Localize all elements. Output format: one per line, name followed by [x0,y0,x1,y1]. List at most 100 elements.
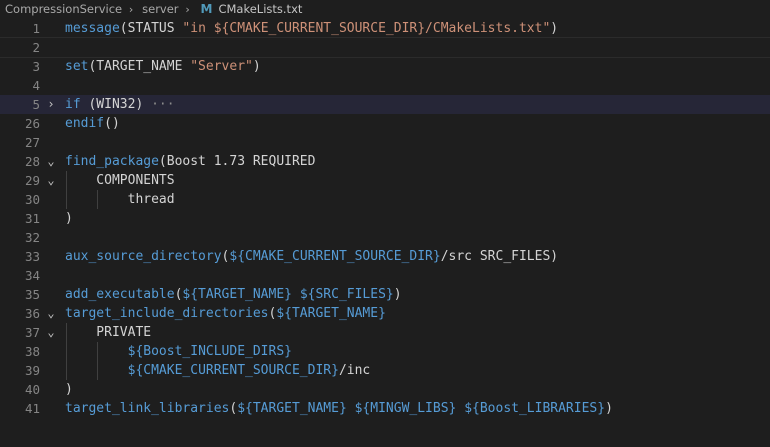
code-text: find_package(Boost 1.73 REQUIRED [65,152,315,171]
code-token: ${Boost_INCLUDE_DIRS} [127,344,292,359]
fold-collapse-icon[interactable]: ⌄ [44,171,58,190]
code-token: (WIN32) [80,97,144,112]
line-number: 4 [32,78,40,93]
line-number: 30 [24,192,40,207]
code-line[interactable]: 41 target_link_libraries(${TARGET_NAME} $… [0,399,770,418]
code-token: ) [550,21,559,36]
code-line[interactable]: 39 ${CMAKE_CURRENT_SOURCE_DIR}/inc [0,361,770,380]
code-token: ) [393,287,402,302]
code-line[interactable]: 40) [0,380,770,399]
code-token: ${TARGET_NAME} [182,287,292,302]
code-token: target_link_libraries [65,401,230,416]
code-token: "in ${CMAKE_CURRENT_SOURCE_DIR}/CMakeLis… [182,21,551,36]
code-token: /inc [338,363,371,378]
cmake-file-icon: M [200,2,213,16]
code-line[interactable]: 5 › if (WIN32) ··· [0,95,770,114]
breadcrumb-item-file[interactable]: CMakeLists.txt [212,2,302,16]
code-token: ${TARGET_NAME} [237,401,347,416]
code-token: (Boost 1.73 REQUIRED [158,154,316,169]
code-line[interactable]: 4 [0,76,770,95]
indent-guide [66,171,67,209]
line-number: 1 [32,21,40,36]
code-token: ${CMAKE_CURRENT_SOURCE_DIR} [127,363,339,378]
code-token: (TARGET_NAME [88,59,191,74]
code-token: COMPONENTS [65,173,175,188]
code-text: target_link_libraries(${TARGET_NAME} ${M… [65,399,613,418]
line-number: 37 [24,325,40,340]
code-token: add_executable [65,287,175,302]
code-token: ${Boost_LIBRARIES} [464,401,606,416]
code-line[interactable]: 26 endif() [0,114,770,133]
code-token: ${SRC_FILES} [299,287,394,302]
code-token: set [65,59,89,74]
code-line[interactable]: 37 ⌄ PRIVATE [0,323,770,342]
fold-collapse-icon[interactable]: ⌄ [44,323,58,342]
code-token: PRIVATE [65,325,152,340]
code-line[interactable]: 30 thread [0,190,770,209]
line-number: 40 [24,382,40,397]
chevron-right-icon: › [128,2,134,16]
code-text: thread [65,190,175,209]
code-line[interactable]: 34 [0,266,770,285]
line-number: 34 [24,268,40,283]
code-token: /src SRC_FILES) [440,249,559,264]
code-token: endif [65,116,105,131]
code-token: if [65,97,81,112]
code-line[interactable]: 3 set(TARGET_NAME "Server") [0,57,770,76]
code-text: ${Boost_INCLUDE_DIRS} [65,342,292,361]
code-token: ${TARGET_NAME} [276,306,386,321]
line-number: 28 [24,154,40,169]
fold-collapse-icon[interactable]: ⌄ [44,152,58,171]
folded-region-ellipsis[interactable]: ··· [143,97,175,112]
code-token: "Server" [190,59,253,74]
code-token: thread [65,192,175,207]
code-line[interactable]: 1 message(STATUS "in ${CMAKE_CURRENT_SOUR… [0,19,770,38]
line-number: 41 [24,401,40,416]
indent-guide [97,342,98,380]
code-text: ${CMAKE_CURRENT_SOURCE_DIR}/inc [65,361,371,380]
code-token: find_package [65,154,159,169]
code-token: ) [605,401,613,416]
code-token: message [65,21,120,36]
code-text: if (WIN32) ··· [65,95,175,114]
code-line[interactable]: 27 [0,133,770,152]
code-token: ) [65,382,73,397]
code-line[interactable]: 28 ⌄ find_package(Boost 1.73 REQUIRED [0,152,770,171]
code-token: ) [252,59,261,74]
line-number: 5 [32,97,40,112]
code-line[interactable]: 38 ${Boost_INCLUDE_DIRS} [0,342,770,361]
code-text: PRIVATE [65,323,151,342]
line-number: 31 [24,211,40,226]
indent-guide [97,190,98,209]
code-text: set(TARGET_NAME "Server") [65,57,261,76]
code-text: ) [65,380,73,399]
code-text: COMPONENTS [65,171,175,190]
code-line[interactable]: 2 [0,37,770,58]
line-number: 2 [32,40,40,55]
fold-collapse-icon[interactable]: ⌄ [44,304,58,323]
breadcrumb-item-compression-service[interactable]: CompressionService [0,2,122,16]
line-number: 38 [24,344,40,359]
line-number: 26 [24,116,40,131]
breadcrumb: CompressionService › server › M CMakeLis… [0,0,770,18]
code-line[interactable]: 32 [0,228,770,247]
code-editor[interactable]: 1 message(STATUS "in ${CMAKE_CURRENT_SOUR… [0,18,770,447]
code-line[interactable]: 36 ⌄ target_include_directories(${TARGET_N… [0,304,770,323]
indent-guide [66,323,67,380]
code-line[interactable]: 29 ⌄ COMPONENTS [0,171,770,190]
code-line[interactable]: 33 aux_source_directory(${CMAKE_CURRENT_S… [0,247,770,266]
code-token: ${MINGW_LIBS} [354,401,457,416]
code-token: ) [65,211,73,226]
line-number: 32 [24,230,40,245]
code-line[interactable]: 31) [0,209,770,228]
code-token: target_include_directories [65,306,269,321]
line-number: 39 [24,363,40,378]
line-number: 36 [24,306,40,321]
fold-expand-icon[interactable]: › [44,95,58,114]
breadcrumb-item-server[interactable]: server [136,2,178,16]
line-number: 29 [24,173,40,188]
code-line[interactable]: 35 add_executable(${TARGET_NAME} ${SRC_FI… [0,285,770,304]
chevron-right-icon: › [185,2,190,16]
